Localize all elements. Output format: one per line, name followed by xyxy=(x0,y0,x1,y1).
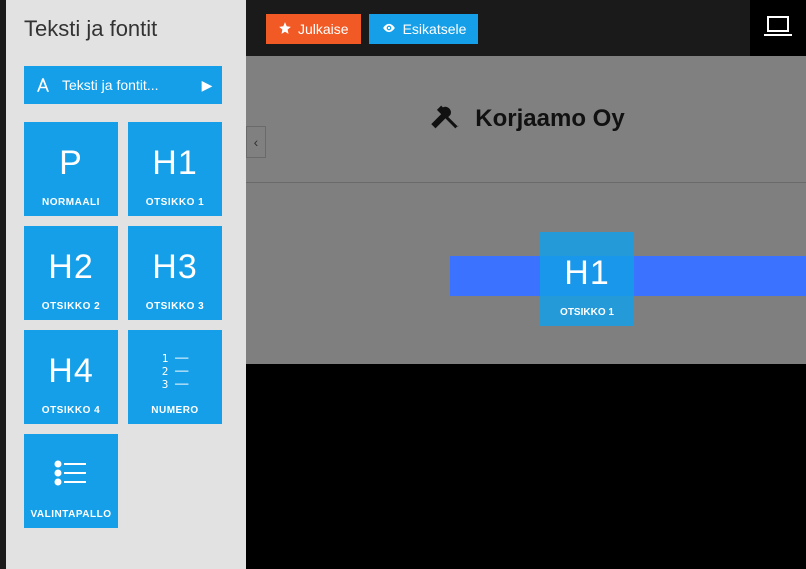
tile-caption: OTSIKKO 1 xyxy=(146,197,204,208)
tile-caption: OTSIKKO 3 xyxy=(146,301,204,312)
text-category-dropdown[interactable]: Teksti ja fontit... ▶ xyxy=(24,66,222,104)
device-view-button[interactable] xyxy=(750,0,806,56)
play-icon: ▶ xyxy=(192,77,222,94)
tile-caption: NUMERO xyxy=(151,405,198,416)
chevron-left-icon: ‹ xyxy=(254,134,259,150)
bullet-list-icon xyxy=(54,459,88,492)
tile-h1[interactable]: H1 OTSIKKO 1 xyxy=(128,122,222,216)
tile-h3[interactable]: H3 OTSIKKO 3 xyxy=(128,226,222,320)
font-a-icon xyxy=(24,76,62,94)
publish-button[interactable]: Julkaise xyxy=(266,14,361,44)
star-icon xyxy=(278,21,292,38)
tile-caption: VALINTAPALLO xyxy=(31,509,112,520)
tile-h2[interactable]: H2 OTSIKKO 2 xyxy=(24,226,118,320)
eye-icon xyxy=(381,21,397,38)
site-title: Korjaamo Oy xyxy=(475,105,624,133)
tile-caption: NORMAALI xyxy=(42,197,100,208)
tile-paragraph[interactable]: P NORMAALI xyxy=(24,122,118,216)
tile-glyph: H3 xyxy=(152,250,197,284)
drag-preview-glyph: H1 xyxy=(564,256,609,290)
tile-glyph: H1 xyxy=(152,146,197,180)
tile-glyph: H4 xyxy=(48,354,93,388)
preview-label: Esikatsele xyxy=(403,21,467,37)
drag-preview-caption: OTSIKKO 1 xyxy=(560,307,614,318)
sidebar-title: Teksti ja fontit xyxy=(6,0,246,56)
header-divider xyxy=(246,182,806,183)
tile-glyph: P xyxy=(59,146,83,180)
drag-preview-tile[interactable]: H1 OTSIKKO 1 xyxy=(540,232,634,326)
site-header: Korjaamo Oy xyxy=(246,56,806,182)
tile-numbered-list[interactable]: 1 ──2 ──3 ── NUMERO xyxy=(128,330,222,424)
laptop-icon xyxy=(763,15,793,42)
collapse-sidebar-button[interactable]: ‹ xyxy=(246,126,266,158)
canvas-area: Korjaamo Oy ‹ H1 OTSIKKO 1 xyxy=(246,56,806,569)
publish-label: Julkaise xyxy=(298,21,349,37)
tile-h4[interactable]: H4 OTSIKKO 4 xyxy=(24,330,118,424)
tile-caption: OTSIKKO 4 xyxy=(42,405,100,416)
tile-caption: OTSIKKO 2 xyxy=(42,301,100,312)
tools-icon xyxy=(427,100,461,139)
sidebar-panel: Teksti ja fontit Teksti ja fontit... ▶ P… xyxy=(6,0,246,569)
tile-grid: P NORMAALI H1 OTSIKKO 1 H2 OTSIKKO 2 H3 … xyxy=(6,122,246,528)
tile-bullet-list[interactable]: VALINTAPALLO xyxy=(24,434,118,528)
canvas-bottom-section xyxy=(246,364,806,569)
numbered-list-icon: 1 ──2 ──3 ── xyxy=(162,352,189,391)
preview-button[interactable]: Esikatsele xyxy=(369,14,479,44)
dropdown-label: Teksti ja fontit... xyxy=(62,77,192,93)
tile-glyph: H2 xyxy=(48,250,93,284)
